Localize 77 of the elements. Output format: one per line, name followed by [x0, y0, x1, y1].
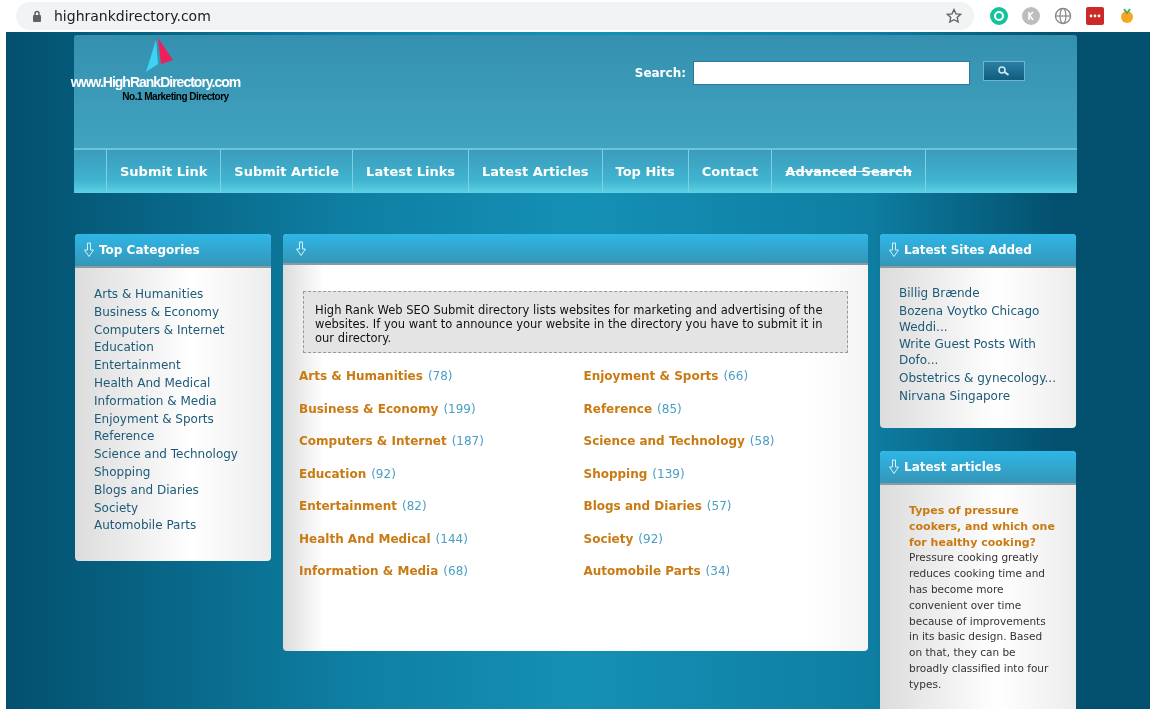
category-count: (34) — [705, 563, 731, 580]
category-count: (92) — [638, 530, 663, 548]
intro-text: High Rank Web SEO Submit directory lists websites for marketing and advertising of the websites. If you want to announce your website in the directory you have to submit it in our directory. — [303, 291, 848, 353]
lock-icon — [32, 10, 42, 22]
category-link[interactable]: Society — [94, 499, 139, 518]
category-count: (85) — [657, 400, 682, 418]
nav-link[interactable]: Latest Articles — [468, 150, 602, 193]
category-link[interactable]: Information & Media — [299, 562, 439, 581]
category-link[interactable]: Arts & Humanities — [94, 286, 204, 304]
nav-link[interactable]: Submit Link — [106, 150, 221, 193]
down-arrow-icon — [295, 240, 307, 257]
down-arrow-icon — [888, 242, 900, 258]
nav-link[interactable]: Latest Links — [352, 150, 469, 193]
category-count: (66) — [723, 368, 749, 385]
category-count: (78) — [427, 368, 453, 385]
category-link[interactable]: Shopping — [583, 464, 648, 483]
category-link[interactable]: Education — [299, 464, 367, 483]
category-count: (144) — [435, 530, 468, 548]
search-button[interactable] — [983, 61, 1025, 81]
site-link[interactable]: Billig Brænde — [899, 286, 980, 302]
category-count: (139) — [652, 465, 685, 483]
category-link[interactable]: Reference — [583, 399, 653, 418]
site-link[interactable]: Write Guest Posts With Dofo... — [899, 337, 1068, 369]
category-link[interactable]: Shopping — [94, 463, 151, 482]
category-link[interactable]: Computers & Internet — [299, 432, 447, 451]
category-link[interactable]: Entertainment — [94, 357, 181, 375]
category-link[interactable]: Information & Media — [94, 392, 217, 411]
category-count: (57) — [706, 498, 732, 515]
category-count: (92) — [371, 465, 396, 483]
nav-link[interactable]: Submit Article — [220, 150, 353, 193]
panel-title: Latest articles — [904, 459, 1002, 476]
star-icon[interactable] — [946, 8, 962, 24]
address-bar[interactable]: highrankdirectory.com — [16, 2, 974, 30]
nav-link[interactable]: Contact — [687, 150, 772, 193]
down-arrow-icon — [83, 242, 95, 258]
search-label: Search: — [634, 65, 686, 82]
category-link[interactable]: Automobile Parts — [583, 562, 701, 581]
site-link[interactable]: Nirvana Singapore — [899, 388, 1010, 405]
nav-link[interactable]: Advanced Search — [771, 150, 926, 193]
panel-title: Top Categories — [99, 242, 200, 259]
category-link[interactable]: Computers & Internet — [94, 321, 225, 340]
article-summary: Pressure cooking greatly reduces cooking time and has become more convenient over time because of improvements in its basic design. Based on that, they can be broadly classified into four types. — [909, 550, 1050, 692]
category-count: (199) — [443, 400, 476, 418]
category-link[interactable]: Blogs and Diaries — [94, 481, 199, 500]
category-count: (68) — [443, 563, 468, 580]
category-link[interactable]: Enjoyment & Sports — [583, 367, 719, 386]
logo-title: www.HighRankDirectory.com — [70, 74, 241, 90]
panel-title: Latest Sites Added — [904, 242, 1032, 259]
site-link[interactable]: Obstetrics & gynecology... — [899, 371, 1056, 387]
search-field[interactable] — [693, 61, 970, 85]
extension-icon[interactable] — [1086, 7, 1104, 25]
category-link[interactable]: Science and Technology — [583, 432, 745, 451]
search-icon — [997, 66, 1011, 76]
article-link[interactable]: Types of pressure cookers, and which one for healthy cooking? — [909, 503, 1056, 551]
category-link[interactable]: Education — [94, 339, 154, 358]
site-link[interactable]: Bozena Voytko Chicago Weddi... — [899, 303, 1068, 336]
category-link[interactable]: Business & Economy — [299, 399, 439, 418]
category-link[interactable]: Society — [583, 529, 634, 548]
category-link[interactable]: Automobile Parts — [94, 517, 197, 536]
category-count: (187) — [451, 433, 484, 450]
category-count: (58) — [749, 433, 775, 450]
category-link[interactable]: Arts & Humanities — [299, 367, 423, 386]
category-link[interactable]: Blogs and Diaries — [583, 497, 702, 516]
nav-link[interactable]: Top Hits — [601, 150, 688, 193]
category-link[interactable]: Health And Medical — [94, 375, 211, 393]
category-link[interactable]: Entertainment — [299, 497, 397, 516]
url-text: highrankdirectory.com — [54, 6, 212, 26]
category-link[interactable]: Reference — [94, 428, 155, 447]
category-count: (82) — [401, 498, 427, 515]
category-link[interactable]: Business & Economy — [94, 303, 220, 322]
logo-tagline: No.1 Marketing Directory — [121, 90, 229, 103]
globe-icon[interactable] — [1054, 7, 1072, 25]
category-link[interactable]: Enjoyment & Sports — [94, 410, 214, 429]
extension-icon[interactable] — [1118, 7, 1136, 25]
category-link[interactable]: Science and Technology — [94, 446, 238, 464]
category-link[interactable]: Health And Medical — [299, 529, 431, 548]
down-arrow-icon — [888, 459, 900, 475]
